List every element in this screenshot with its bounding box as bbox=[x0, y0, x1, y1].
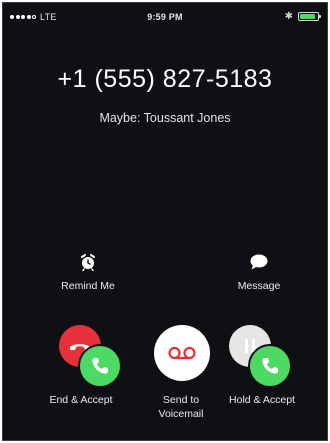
hold-and-accept-label: Hold & Accept bbox=[229, 394, 295, 406]
voicemail-circle bbox=[154, 325, 210, 381]
caller-number: +1 (555) 827-5183 bbox=[57, 65, 273, 93]
accept-call-circle bbox=[248, 344, 292, 388]
remind-me-button[interactable]: Remind Me bbox=[38, 253, 138, 292]
voicemail-icon bbox=[168, 346, 196, 360]
remind-me-label: Remind Me bbox=[61, 280, 115, 292]
phone-icon bbox=[262, 358, 278, 374]
message-button[interactable]: Message bbox=[209, 253, 309, 292]
battery-level bbox=[300, 14, 316, 19]
hold-and-accept-button[interactable]: Hold & Accept bbox=[207, 321, 317, 431]
voicemail-label-line1: Send to bbox=[162, 394, 200, 406]
end-and-accept-label: End & Accept bbox=[49, 394, 113, 406]
bluetooth-icon: ✱ bbox=[284, 11, 293, 22]
battery-icon bbox=[298, 12, 321, 21]
status-time: 9:59 PM bbox=[147, 12, 183, 22]
phone-icon bbox=[92, 358, 108, 374]
accept-call-circle bbox=[78, 344, 122, 388]
voicemail-label-line2: Voicemail bbox=[158, 407, 204, 420]
message-bubble-icon bbox=[250, 254, 268, 270]
status-bar: LTE 9:59 PM ✱ bbox=[3, 9, 327, 25]
caller-suggestion: Maybe: Toussant Jones bbox=[99, 111, 231, 125]
alarm-clock-icon bbox=[81, 254, 95, 271]
status-right: ✱ bbox=[284, 11, 321, 22]
incoming-call-screen: LTE 9:59 PM ✱ +1 (555) 827-5183 Maybe: T… bbox=[2, 2, 328, 441]
message-label: Message bbox=[237, 280, 281, 292]
